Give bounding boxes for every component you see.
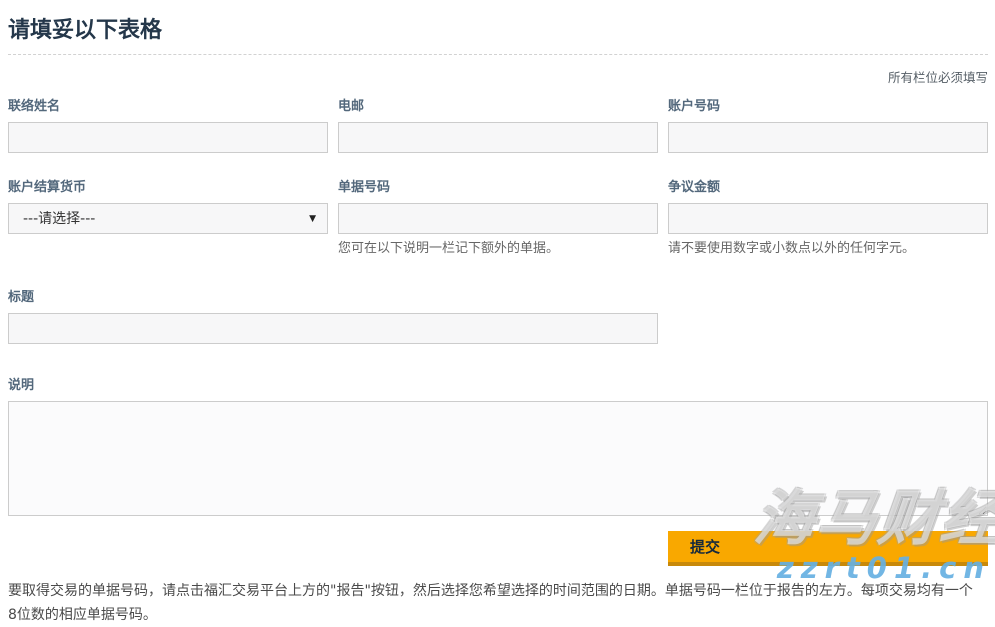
currency-select-wrap: ---请选择--- ▼	[8, 203, 328, 234]
dispute-amount-field: 争议金额 请不要使用数字或小数点以外的任何字元。	[668, 176, 988, 258]
footer-instructions: 要取得交易的单据号码，请点击福汇交易平台上方的"报告"按钮，然后选择您希望选择的…	[8, 580, 988, 627]
ticket-number-help: 您可在以下说明一栏记下额外的单据。	[338, 241, 658, 258]
submit-row: 提交	[8, 531, 988, 566]
email-label: 电邮	[338, 95, 658, 114]
ticket-number-label: 单据号码	[338, 176, 658, 195]
form-row-3: 标题	[8, 286, 988, 344]
contact-name-field: 联络姓名	[8, 95, 328, 153]
ticket-number-field: 单据号码 您可在以下说明一栏记下额外的单据。	[338, 176, 658, 258]
dispute-amount-input[interactable]	[668, 203, 988, 234]
account-currency-label: 账户结算货币	[8, 176, 328, 195]
description-textarea[interactable]	[8, 401, 988, 516]
form-row-2: 账户结算货币 ---请选择--- ▼ 单据号码 您可在以下说明一栏记下额外的单据…	[8, 176, 988, 258]
email-input[interactable]	[338, 122, 658, 153]
account-number-input[interactable]	[668, 122, 988, 153]
submit-button[interactable]: 提交	[668, 531, 988, 566]
page-title: 请填妥以下表格	[8, 12, 988, 55]
dispute-amount-label: 争议金额	[668, 176, 988, 195]
subject-field: 标题	[8, 286, 658, 344]
description-field: 说明	[8, 374, 988, 516]
form-page: 请填妥以下表格 所有栏位必须填写 联络姓名 电邮 账户号码 账户结算货币 ---…	[0, 0, 995, 627]
account-currency-field: 账户结算货币 ---请选择--- ▼	[8, 176, 328, 258]
email-field: 电邮	[338, 95, 658, 153]
description-label: 说明	[8, 374, 988, 393]
subject-label: 标题	[8, 286, 658, 305]
contact-name-input[interactable]	[8, 122, 328, 153]
form-row-1: 联络姓名 电邮 账户号码	[8, 95, 988, 153]
currency-select[interactable]: ---请选择---	[8, 203, 328, 234]
subject-input[interactable]	[8, 313, 658, 344]
account-number-field: 账户号码	[668, 95, 988, 153]
contact-name-label: 联络姓名	[8, 95, 328, 114]
account-number-label: 账户号码	[668, 95, 988, 114]
ticket-number-input[interactable]	[338, 203, 658, 234]
dispute-amount-help: 请不要使用数字或小数点以外的任何字元。	[668, 241, 988, 258]
required-fields-note: 所有栏位必须填写	[8, 67, 988, 82]
